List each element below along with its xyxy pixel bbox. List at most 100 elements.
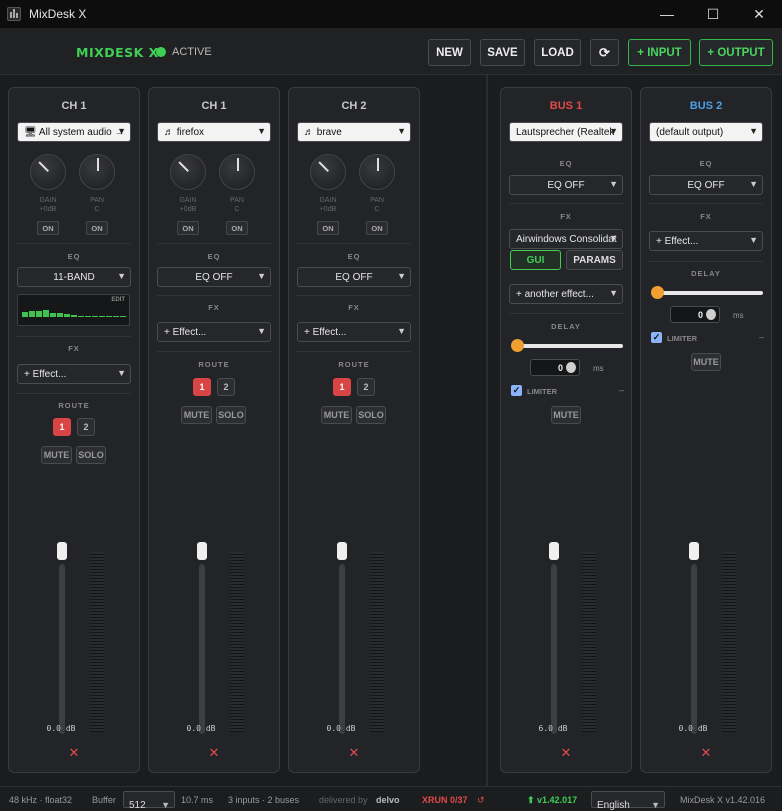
volume-fader[interactable] [339, 564, 345, 734]
bus-strip-2: BUS 2 (default output) ▼ EQ EQ OFF ▼ FX + … [640, 87, 772, 773]
solo-button[interactable]: SOLO [356, 406, 386, 424]
minimize-button[interactable]: — [644, 0, 690, 28]
gain-knob[interactable] [310, 154, 346, 190]
pan-label: PAN [230, 197, 244, 204]
eq-section-label: EQ [347, 252, 361, 261]
delay-slider[interactable] [655, 291, 763, 295]
mute-button[interactable]: MUTE [321, 406, 352, 424]
update-available[interactable]: ⬆ v1.42.017 [527, 795, 577, 806]
add-effect-select[interactable]: + Effect... ▼ [297, 322, 411, 342]
solo-button[interactable]: SOLO [76, 446, 106, 464]
route-bus-1-button[interactable]: 1 [333, 378, 351, 396]
input-source-select[interactable]: ♬ firefox ▼ [157, 122, 271, 142]
remove-bus-icon[interactable]: ✕ [699, 746, 713, 760]
delay-slider[interactable] [515, 344, 623, 348]
eq-value: EQ OFF [335, 271, 373, 283]
buffer-size-select[interactable]: 512 ▼ [123, 791, 175, 811]
route-bus-2-button[interactable]: 2 [357, 378, 375, 396]
fader-handle[interactable] [57, 542, 67, 560]
add-effect-value: + Effect... [24, 368, 67, 380]
gain-knob[interactable] [170, 154, 206, 190]
limiter-checkbox[interactable]: ✓ [511, 385, 522, 396]
divider [157, 351, 271, 352]
spinner-arrows-icon[interactable] [566, 362, 576, 373]
mute-button[interactable]: MUTE [691, 353, 721, 371]
pan-on-toggle[interactable]: ON [86, 221, 108, 235]
gain-label: GAIN [39, 197, 57, 204]
gain-on-toggle[interactable]: ON [177, 221, 199, 235]
eq-curve-display[interactable]: EDIT [17, 294, 130, 326]
pan-knob[interactable] [359, 154, 395, 190]
fader-handle[interactable] [549, 542, 559, 560]
remove-bus-icon[interactable]: ✕ [559, 746, 573, 760]
chevron-down-icon: ▼ [749, 179, 758, 189]
eq-select[interactable]: EQ OFF ▼ [157, 267, 271, 287]
eq-select[interactable]: EQ OFF ▼ [649, 175, 763, 195]
fader-handle[interactable] [689, 542, 699, 560]
delay-slider-handle[interactable] [511, 339, 524, 352]
add-input-button[interactable]: + INPUT [628, 39, 691, 66]
gain-on-toggle[interactable]: ON [317, 221, 339, 235]
output-device-select[interactable]: (default output) ▼ [649, 122, 763, 142]
eq-select[interactable]: 11-BAND ▼ [17, 267, 131, 287]
mute-button[interactable]: MUTE [41, 446, 72, 464]
delay-unit: ms [733, 311, 744, 320]
eq-select[interactable]: EQ OFF ▼ [509, 175, 623, 195]
fx-gui-button[interactable]: GUI [510, 250, 561, 270]
add-effect-value: + Effect... [656, 235, 699, 247]
pan-knob[interactable] [79, 154, 115, 190]
gain-on-toggle[interactable]: ON [37, 221, 59, 235]
input-source-select[interactable]: ♬ brave ▼ [297, 122, 411, 142]
new-button[interactable]: NEW [428, 39, 471, 66]
delay-ms-input[interactable]: 0 [530, 359, 580, 376]
pan-on-toggle[interactable]: ON [366, 221, 388, 235]
limiter-checkbox[interactable]: ✓ [651, 332, 662, 343]
fx-section-label: FX [560, 212, 572, 221]
remove-channel-icon[interactable]: ✕ [347, 746, 361, 760]
delivered-by: delivered by [319, 795, 368, 805]
remove-channel-icon[interactable]: ✕ [67, 746, 81, 760]
mute-button[interactable]: MUTE [551, 406, 581, 424]
route-bus-1-button[interactable]: 1 [193, 378, 211, 396]
pan-on-toggle[interactable]: ON [226, 221, 248, 235]
input-source-value: 🖥 All system audio → [24, 126, 125, 138]
add-output-button[interactable]: + OUTPUT [699, 39, 773, 66]
refresh-icon[interactable]: ⟳ [590, 39, 619, 66]
output-device-select[interactable]: Lautsprecher (Realtek ▼ [509, 122, 623, 142]
delay-slider-handle[interactable] [651, 286, 664, 299]
fx-plugin-select[interactable]: Airwindows Consolidat ▼ [509, 229, 623, 249]
gain-knob[interactable] [30, 154, 66, 190]
volume-fader[interactable] [691, 564, 697, 734]
eq-select[interactable]: EQ OFF ▼ [297, 267, 411, 287]
mute-button[interactable]: MUTE [181, 406, 212, 424]
delay-unit: ms [593, 364, 604, 373]
chevron-down-icon: ▼ [257, 126, 266, 136]
remove-channel-icon[interactable]: ✕ [207, 746, 221, 760]
language-select[interactable]: English ▼ [591, 791, 665, 811]
route-bus-2-button[interactable]: 2 [217, 378, 235, 396]
fx-params-button[interactable]: PARAMS [566, 250, 623, 270]
route-bus-2-button[interactable]: 2 [77, 418, 95, 436]
route-bus-1-button[interactable]: 1 [53, 418, 71, 436]
add-another-effect-select[interactable]: + another effect... ▼ [509, 284, 623, 304]
load-button[interactable]: LOAD [534, 39, 581, 66]
volume-fader[interactable] [199, 564, 205, 734]
pan-knob[interactable] [219, 154, 255, 190]
eq-section-label: EQ [699, 159, 713, 168]
close-window-button[interactable]: ✕ [736, 0, 782, 28]
maximize-button[interactable]: ☐ [690, 0, 736, 28]
xrun-reset-icon[interactable]: ↺ [477, 795, 485, 806]
spinner-arrows-icon[interactable] [706, 309, 716, 320]
buffer-size-value: 512 [129, 800, 146, 811]
add-effect-select[interactable]: + Effect... ▼ [17, 364, 131, 384]
fader-handle[interactable] [337, 542, 347, 560]
save-button[interactable]: SAVE [480, 39, 525, 66]
fader-handle[interactable] [197, 542, 207, 560]
add-effect-select[interactable]: + Effect... ▼ [157, 322, 271, 342]
delay-ms-input[interactable]: 0 [670, 306, 720, 323]
solo-button[interactable]: SOLO [216, 406, 246, 424]
add-effect-select[interactable]: + Effect... ▼ [649, 231, 763, 251]
volume-fader[interactable] [59, 564, 65, 734]
volume-fader[interactable] [551, 564, 557, 734]
input-source-select[interactable]: 🖥 All system audio → ▼ [17, 122, 131, 142]
